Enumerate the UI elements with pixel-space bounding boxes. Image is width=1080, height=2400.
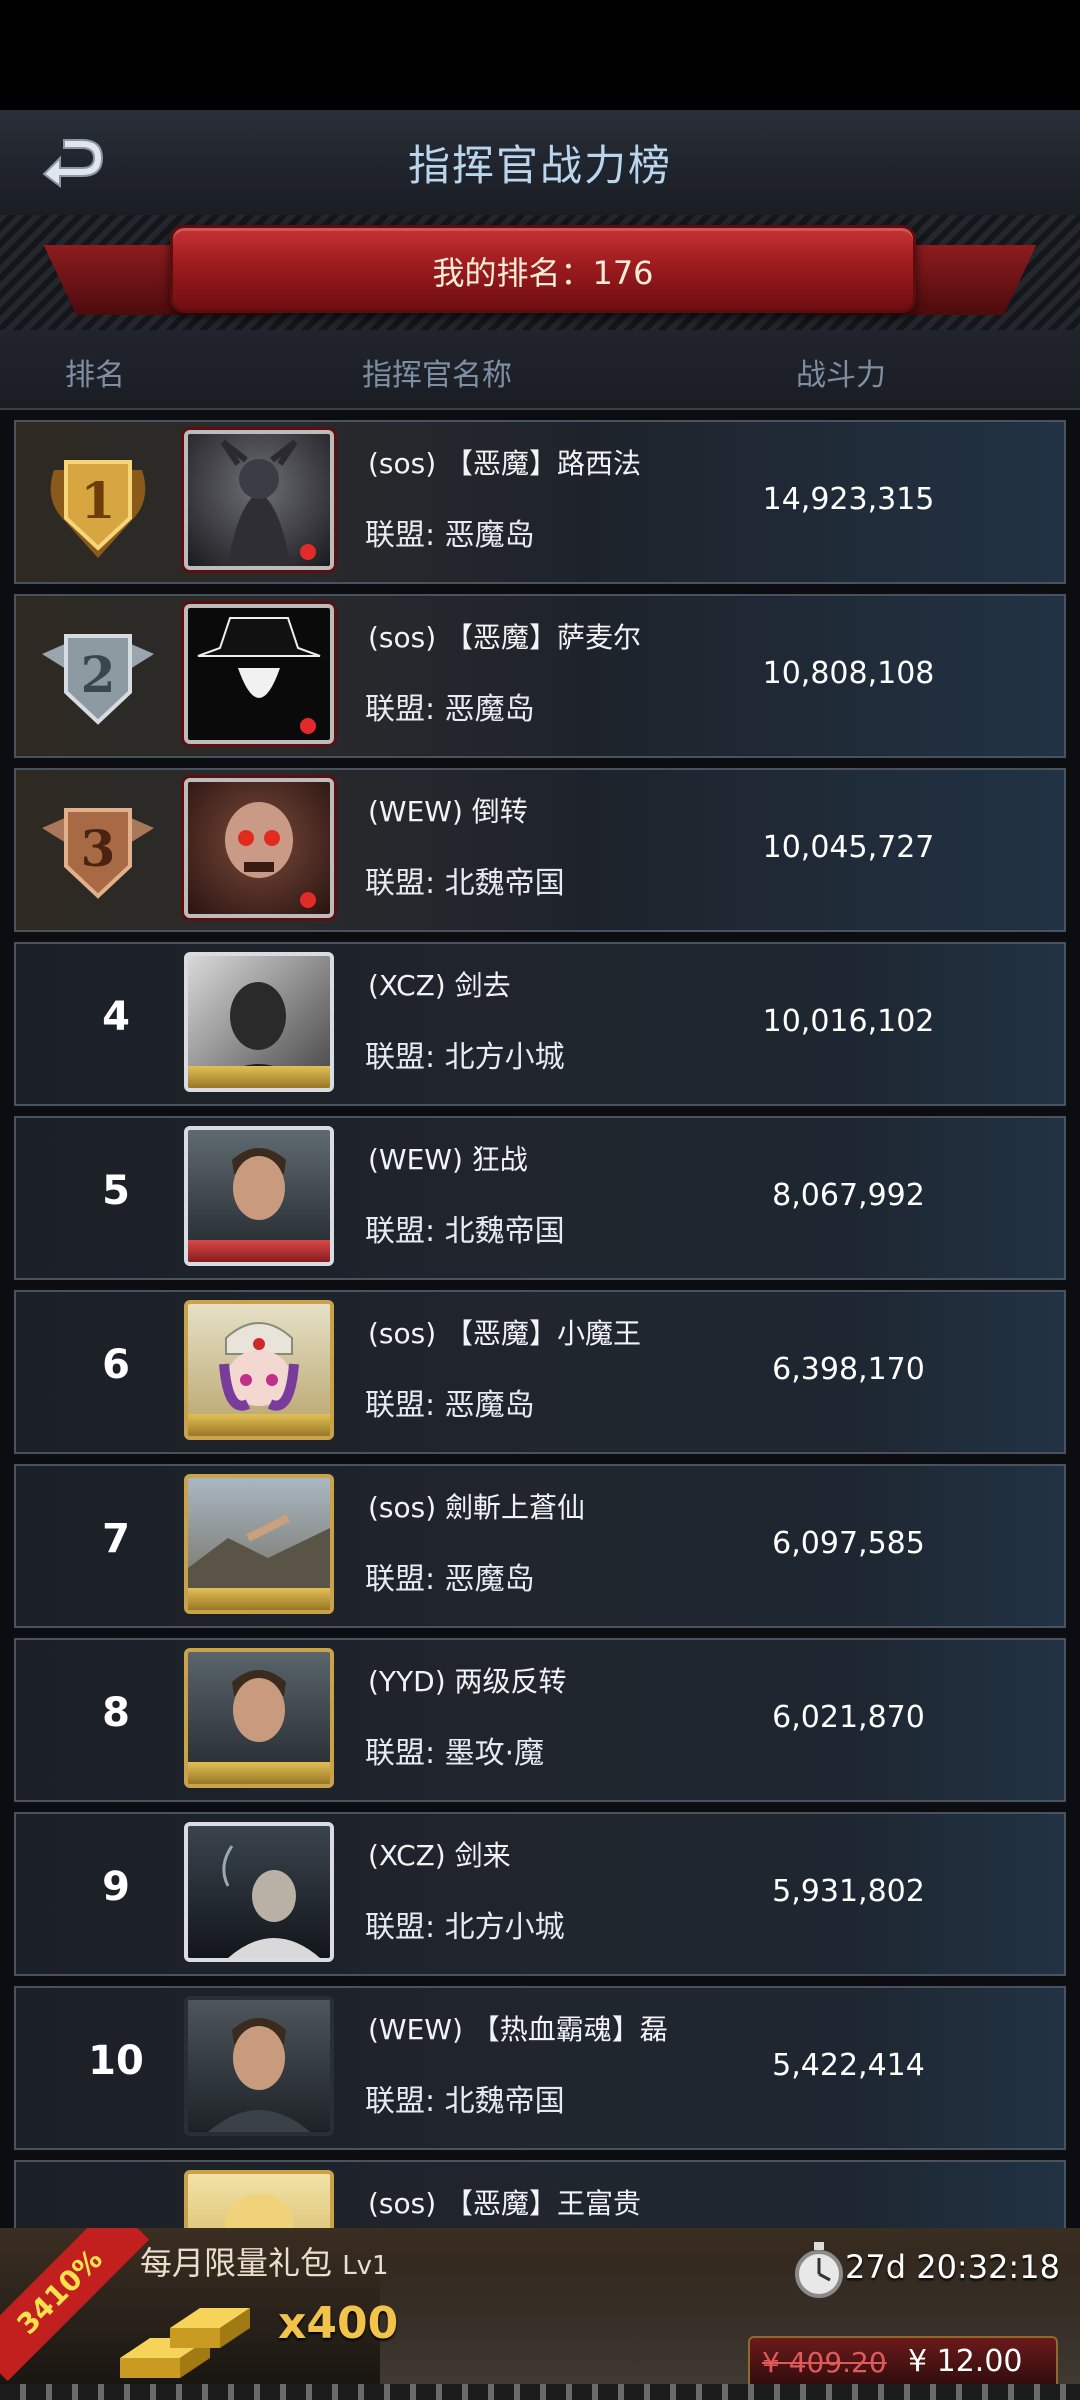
- alliance-name: 联盟: 恶魔岛: [365, 518, 535, 553]
- power-value: 6,021,870: [772, 1700, 925, 1735]
- commander-name: (WEW) 【热血霸魂】磊: [368, 2013, 668, 2046]
- soldier-portrait-icon: [208, 2018, 310, 2132]
- bronze-medal-icon: 3: [42, 808, 154, 899]
- leaderboard-row[interactable]: 7 (sos) 劍斬上蒼仙 联盟: 恶魔岛 6,097,585: [14, 1464, 1066, 1628]
- svg-text:2: 2: [81, 645, 116, 704]
- leaderboard-row[interactable]: 3 (WEW) 倒转 联盟: 北魏帝国 10,045,727: [14, 768, 1066, 932]
- column-rank: 排名: [65, 358, 125, 393]
- monthly-gift-pack-banner[interactable]: 3410% 每月限量礼包 Lv1 x400 27d 20:32:18 ¥ 409…: [0, 2228, 1080, 2400]
- original-price: ¥ 409.20: [762, 2346, 887, 2379]
- alliance-name: 联盟: 北方小城: [365, 1040, 565, 1075]
- leaderboard-row[interactable]: 9 (XCZ) 剑来 联盟: 北方小城 5,931,802: [14, 1812, 1066, 1976]
- leaderboard-row[interactable]: 8 (YYD) 两级反转 联盟: 墨攻·魔 6,021,870: [14, 1638, 1066, 1802]
- smoking-figure-portrait-icon: [222, 1845, 320, 1958]
- demon-portrait-icon: [220, 439, 316, 564]
- commander-name: (sos) 【恶魔】王富贵: [368, 2187, 642, 2220]
- gold-medal-icon: 1: [50, 460, 146, 558]
- avatar: [184, 778, 334, 918]
- gold-bars-icon: [120, 2308, 250, 2378]
- power-value: 6,398,170: [772, 1352, 925, 1387]
- sale-price: ¥ 12.00: [908, 2344, 1023, 2379]
- gift-pack-title-text: 每月限量礼包: [140, 2244, 333, 2282]
- masked-figure-portrait-icon: [188, 608, 330, 740]
- blonde-portrait-icon: [225, 2194, 293, 2228]
- power-value: 5,422,414: [772, 2048, 925, 2083]
- rank-number: 5: [102, 1168, 130, 1214]
- dollar-badge-decoration: [188, 1414, 330, 1436]
- my-rank-text: 我的排名：176: [432, 254, 654, 292]
- leaderboard-row[interactable]: 4 (XCZ) 剑去 联盟: 北方小城 10,016,102: [14, 942, 1066, 1106]
- avatar: [184, 1126, 334, 1266]
- leaderboard-row[interactable]: 5 (WEW) 狂战 联盟: 北魏帝国 8,067,992: [14, 1116, 1066, 1280]
- leaderboard-row[interactable]: (sos) 【恶魔】王富贵: [14, 2160, 1066, 2228]
- my-rank-banner-area: 我的排名：176: [0, 215, 1080, 330]
- decorative-strip: [0, 2384, 1080, 2400]
- power-value: 10,808,108: [762, 656, 935, 691]
- commander-name: (WEW) 狂战: [368, 1143, 528, 1176]
- rank-number: 8: [102, 1690, 130, 1736]
- rank-number: 4: [102, 994, 130, 1040]
- alliance-name: 联盟: 恶魔岛: [365, 692, 535, 727]
- page-title: 指挥官战力榜: [407, 141, 672, 190]
- status-bar: [0, 0, 1080, 110]
- gold-wings-decoration: [188, 1762, 330, 1784]
- commander-name: (WEW) 倒转: [368, 795, 528, 828]
- gift-pack-level: Lv1: [342, 2251, 389, 2281]
- leaderboard-row[interactable]: 10 (WEW) 【热血霸魂】磊 联盟: 北魏帝国 5,422,414: [14, 1986, 1066, 2150]
- alliance-name: 联盟: 北魏帝国: [365, 866, 565, 901]
- dollar-badge-decoration: [188, 1588, 330, 1610]
- commander-name: (XCZ) 剑来: [368, 1839, 511, 1872]
- commander-name: (sos) 【恶魔】路西法: [368, 447, 642, 480]
- alliance-name: 联盟: 北魏帝国: [365, 1214, 565, 1249]
- rank-number: 9: [102, 1864, 130, 1910]
- alliance-name: 联盟: 恶魔岛: [365, 1562, 535, 1597]
- my-rank-banner: 我的排名：176: [170, 225, 916, 313]
- alliance-name: 联盟: 北方小城: [365, 1910, 565, 1945]
- avatar: [184, 952, 334, 1092]
- rank-number: 6: [102, 1342, 130, 1388]
- column-name: 指挥官名称: [362, 358, 512, 393]
- commander-name: (sos) 【恶魔】小魔王: [368, 1317, 642, 1350]
- avatar: [184, 604, 334, 744]
- commander-name: (XCZ) 剑去: [368, 969, 511, 1002]
- avatar: [184, 1822, 334, 1962]
- svg-text:3: 3: [81, 819, 116, 878]
- leaderboard-list[interactable]: 1 (sos) 【恶魔】路西法 联盟: 恶魔岛 14,923,315 2 (so…: [0, 408, 1080, 2228]
- commander-name: (sos) 劍斬上蒼仙: [368, 1491, 586, 1524]
- red-medal-decoration: [188, 1240, 330, 1262]
- svg-text:1: 1: [81, 471, 116, 530]
- alliance-name: 联盟: 恶魔岛: [365, 1388, 535, 1423]
- gift-quantity: x400: [278, 2298, 399, 2349]
- countdown-timer: 27d 20:32:18: [845, 2248, 1060, 2286]
- power-value: 6,097,585: [772, 1526, 925, 1561]
- avatar: [184, 430, 334, 570]
- leaderboard-row[interactable]: 1 (sos) 【恶魔】路西法 联盟: 恶魔岛 14,923,315: [14, 420, 1066, 584]
- power-value: 8,067,992: [772, 1178, 925, 1213]
- commander-name: (sos) 【恶魔】萨麦尔: [368, 621, 642, 654]
- top-bar: 指挥官战力榜: [0, 110, 1080, 217]
- silver-medal-icon: 2: [42, 634, 154, 725]
- power-value: 10,016,102: [762, 1004, 935, 1039]
- avatar: [184, 1474, 334, 1614]
- power-value: 14,923,315: [762, 482, 935, 517]
- column-headers: 排名 指挥官名称 战斗力: [0, 330, 1080, 410]
- rank-number: 7: [102, 1516, 130, 1562]
- alliance-name: 联盟: 墨攻·魔: [365, 1736, 545, 1771]
- avatar: [184, 1996, 334, 2136]
- stopwatch-icon: [795, 2242, 843, 2298]
- power-value: 10,045,727: [762, 830, 935, 865]
- power-value: 5,931,802: [772, 1874, 925, 1909]
- avatar: [184, 1648, 334, 1788]
- skull-portrait-icon: [225, 802, 316, 908]
- alliance-name: 联盟: 北魏帝国: [365, 2084, 565, 2119]
- leaderboard-row[interactable]: 2 (sos) 【恶魔】萨麦尔 联盟: 恶魔岛 10,808,108: [14, 594, 1066, 758]
- avatar: [184, 2170, 334, 2228]
- rank-number: 10: [88, 2038, 144, 2084]
- gold-wings-decoration: [188, 1066, 330, 1088]
- avatar: [184, 1300, 334, 1440]
- commander-name: (YYD) 两级反转: [368, 1665, 567, 1698]
- leaderboard-row[interactable]: 6 (sos) 【恶魔】小魔王 联盟: 恶魔岛 6,398,170: [14, 1290, 1066, 1454]
- column-power: 战斗力: [796, 358, 886, 393]
